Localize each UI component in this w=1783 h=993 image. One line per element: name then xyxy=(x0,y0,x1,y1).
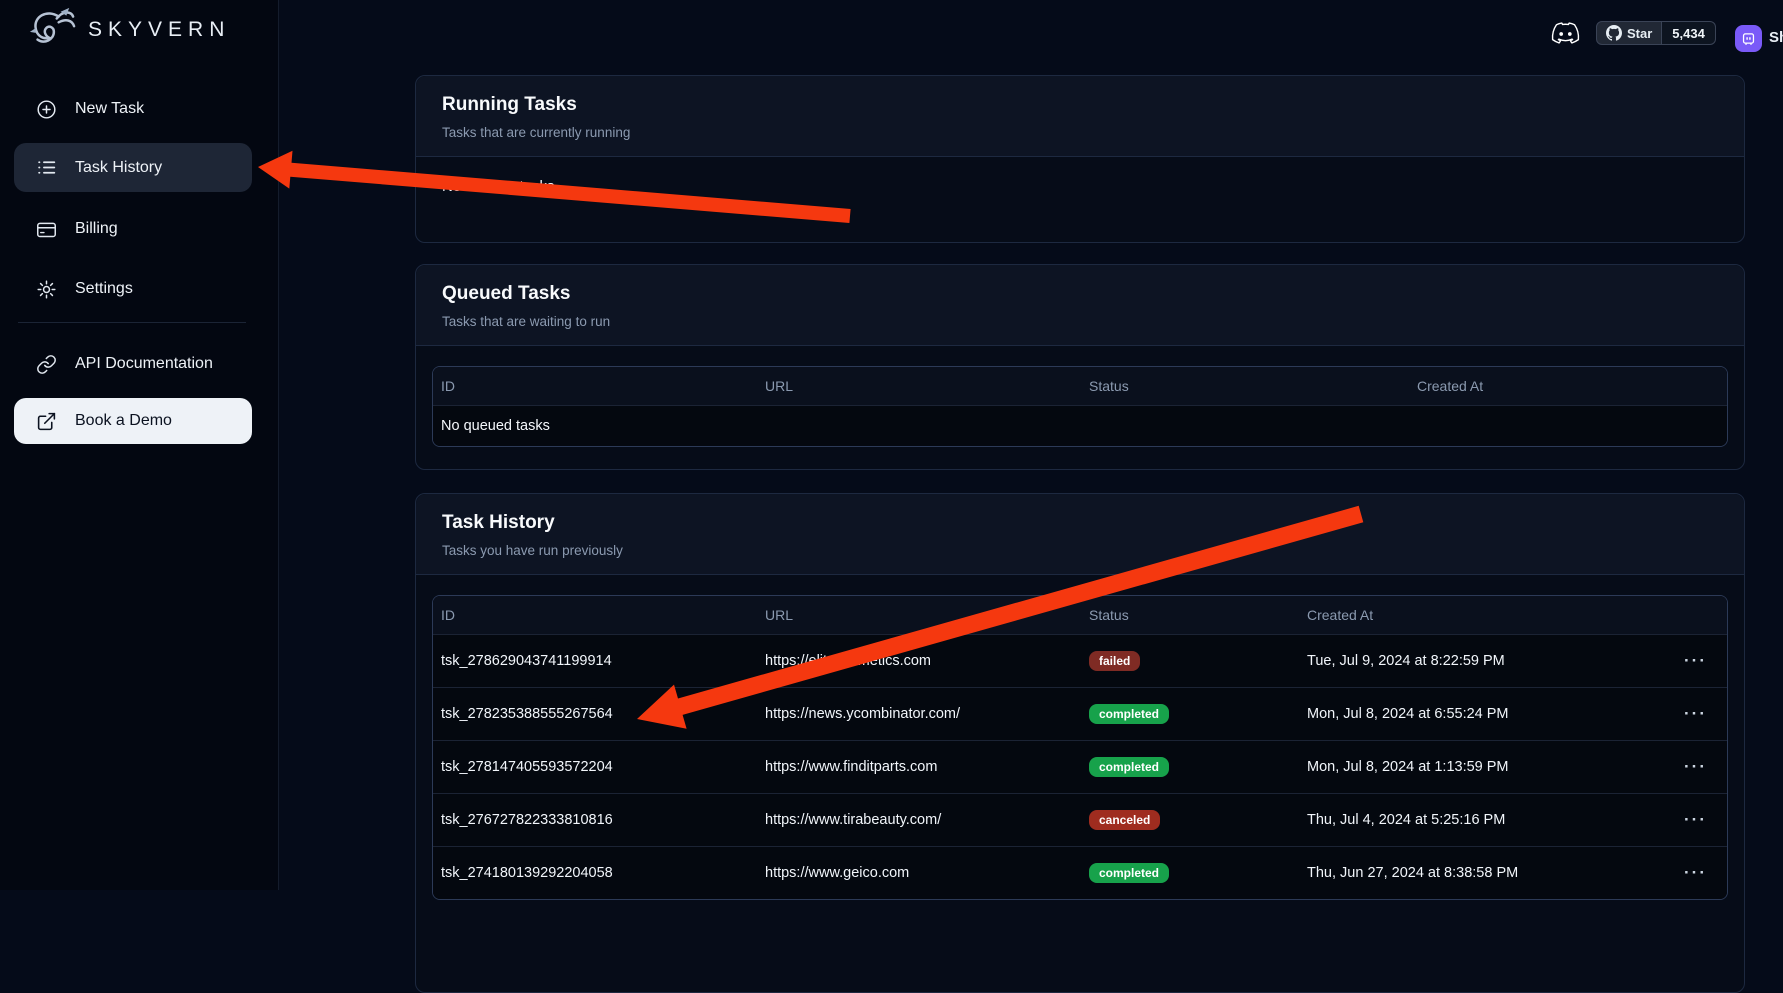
row-actions-ellipsis-button[interactable]: ··· xyxy=(1617,741,1728,794)
column-header-url: URL xyxy=(757,367,1081,406)
column-header-id: ID xyxy=(433,596,757,635)
column-header-created-at: Created At xyxy=(1299,596,1617,635)
sidebar: SKYVERN New Task Task History Billing Se… xyxy=(0,0,279,890)
sidebar-item-task-history[interactable]: Task History xyxy=(14,143,252,192)
task-history-row[interactable]: tsk_274180139292204058https://www.geico.… xyxy=(433,847,1728,900)
sidebar-item-label: Task History xyxy=(75,159,162,177)
task-id-cell: tsk_274180139292204058 xyxy=(433,847,757,900)
card-title: Running Tasks xyxy=(442,94,1718,116)
status-badge: completed xyxy=(1089,863,1169,883)
card-title: Task History xyxy=(442,512,1718,534)
status-badge: completed xyxy=(1089,757,1169,777)
sidebar-item-api-documentation[interactable]: API Documentation xyxy=(14,341,252,387)
running-tasks-header: Running Tasks Tasks that are currently r… xyxy=(416,76,1744,157)
task-created-at-cell: Tue, Jul 9, 2024 at 8:22:59 PM xyxy=(1299,635,1617,688)
skyvern-app: { "brand": { "name": "SKYVERN", "logo_ic… xyxy=(0,0,1783,890)
status-badge: completed xyxy=(1089,704,1169,724)
task-history-row[interactable]: tsk_276727822333810816https://www.tirabe… xyxy=(433,794,1728,847)
task-created-at-cell: Mon, Jul 8, 2024 at 1:13:59 PM xyxy=(1299,741,1617,794)
external-link-icon xyxy=(36,411,57,432)
column-header-status: Status xyxy=(1081,596,1299,635)
sidebar-item-label: New Task xyxy=(75,100,144,118)
task-history-header: Task History Tasks you have run previous… xyxy=(416,494,1744,575)
sidebar-item-billing[interactable]: Billing xyxy=(14,206,252,252)
task-history-row[interactable]: tsk_278235388555267564https://news.ycomb… xyxy=(433,688,1728,741)
task-id-cell: tsk_278629043741199914 xyxy=(433,635,757,688)
github-star-widget[interactable]: Star 5,434 xyxy=(1596,21,1716,45)
discord-icon[interactable] xyxy=(1550,20,1581,46)
queued-table-header-row: IDURLStatusCreated At xyxy=(433,367,1728,406)
task-status-cell: canceled xyxy=(1081,794,1299,847)
task-history-card: Task History Tasks you have run previous… xyxy=(415,493,1745,993)
card-subtitle: Tasks that are waiting to run xyxy=(442,314,1718,329)
task-url-cell: https://elitecosmetics.com xyxy=(757,635,1081,688)
github-icon xyxy=(1606,25,1622,41)
sidebar-item-settings[interactable]: Settings xyxy=(14,266,252,312)
github-star-button[interactable]: Star xyxy=(1596,21,1662,45)
sidebar-item-label: Book a Demo xyxy=(75,412,172,430)
topbar: Star 5,434 Sh xyxy=(0,0,1783,56)
task-history-row[interactable]: tsk_278629043741199914https://elitecosme… xyxy=(433,635,1728,688)
task-created-at-cell: Mon, Jul 8, 2024 at 6:55:24 PM xyxy=(1299,688,1617,741)
task-status-cell: completed xyxy=(1081,741,1299,794)
queued-tasks-table: IDURLStatusCreated At No queued tasks xyxy=(432,366,1728,447)
task-status-cell: failed xyxy=(1081,635,1299,688)
status-badge: failed xyxy=(1089,651,1140,671)
github-star-label: Star xyxy=(1627,26,1652,41)
column-header-url: URL xyxy=(757,596,1081,635)
task-history-row[interactable]: tsk_278147405593572204https://www.findit… xyxy=(433,741,1728,794)
robot-avatar-icon xyxy=(1740,30,1757,47)
card-subtitle: Tasks you have run previously xyxy=(442,543,1718,558)
history-table-body: tsk_278629043741199914https://elitecosme… xyxy=(433,635,1728,900)
status-badge: canceled xyxy=(1089,810,1160,830)
task-url-cell: https://www.finditparts.com xyxy=(757,741,1081,794)
card-subtitle: Tasks that are currently running xyxy=(442,125,1718,140)
sidebar-item-label: API Documentation xyxy=(75,355,213,373)
history-table-header-row: IDURLStatusCreated At xyxy=(433,596,1728,635)
sidebar-item-new-task[interactable]: New Task xyxy=(14,86,252,132)
task-history-table: IDURLStatusCreated At tsk_27862904374119… xyxy=(432,595,1728,900)
running-tasks-card: Running Tasks Tasks that are currently r… xyxy=(415,75,1745,243)
user-name-fragment[interactable]: Sh xyxy=(1769,29,1783,46)
book-a-demo-button[interactable]: Book a Demo xyxy=(14,398,252,444)
task-status-cell: completed xyxy=(1081,688,1299,741)
card-title: Queued Tasks xyxy=(442,283,1718,305)
task-url-cell: https://www.geico.com xyxy=(757,847,1081,900)
queued-tasks-card: Queued Tasks Tasks that are waiting to r… xyxy=(415,264,1745,470)
task-id-cell: tsk_278235388555267564 xyxy=(433,688,757,741)
task-created-at-cell: Thu, Jun 27, 2024 at 8:38:58 PM xyxy=(1299,847,1617,900)
sidebar-item-label: Billing xyxy=(75,220,118,238)
gear-icon xyxy=(36,279,57,300)
plus-circle-icon xyxy=(36,99,57,120)
queued-empty-state: No queued tasks xyxy=(433,406,1728,447)
column-header-status: Status xyxy=(1081,367,1409,406)
running-tasks-empty-state: No running tasks xyxy=(416,157,1744,216)
list-icon xyxy=(36,157,57,178)
column-header-actions xyxy=(1617,596,1728,635)
task-created-at-cell: Thu, Jul 4, 2024 at 5:25:16 PM xyxy=(1299,794,1617,847)
sidebar-divider xyxy=(18,322,246,323)
task-url-cell: https://www.tirabeauty.com/ xyxy=(757,794,1081,847)
credit-card-icon xyxy=(36,219,57,240)
sidebar-item-label: Settings xyxy=(75,280,133,298)
link-icon xyxy=(36,354,57,375)
queued-tasks-header: Queued Tasks Tasks that are waiting to r… xyxy=(416,265,1744,346)
column-header-id: ID xyxy=(433,367,757,406)
row-actions-ellipsis-button[interactable]: ··· xyxy=(1617,635,1728,688)
task-id-cell: tsk_276727822333810816 xyxy=(433,794,757,847)
avatar[interactable] xyxy=(1735,25,1762,52)
github-star-count[interactable]: 5,434 xyxy=(1662,21,1716,45)
row-actions-ellipsis-button[interactable]: ··· xyxy=(1617,794,1728,847)
task-url-cell: https://news.ycombinator.com/ xyxy=(757,688,1081,741)
column-header-created-at: Created At xyxy=(1409,367,1728,406)
queued-empty-row: No queued tasks xyxy=(433,406,1728,447)
task-id-cell: tsk_278147405593572204 xyxy=(433,741,757,794)
row-actions-ellipsis-button[interactable]: ··· xyxy=(1617,847,1728,900)
row-actions-ellipsis-button[interactable]: ··· xyxy=(1617,688,1728,741)
task-status-cell: completed xyxy=(1081,847,1299,900)
